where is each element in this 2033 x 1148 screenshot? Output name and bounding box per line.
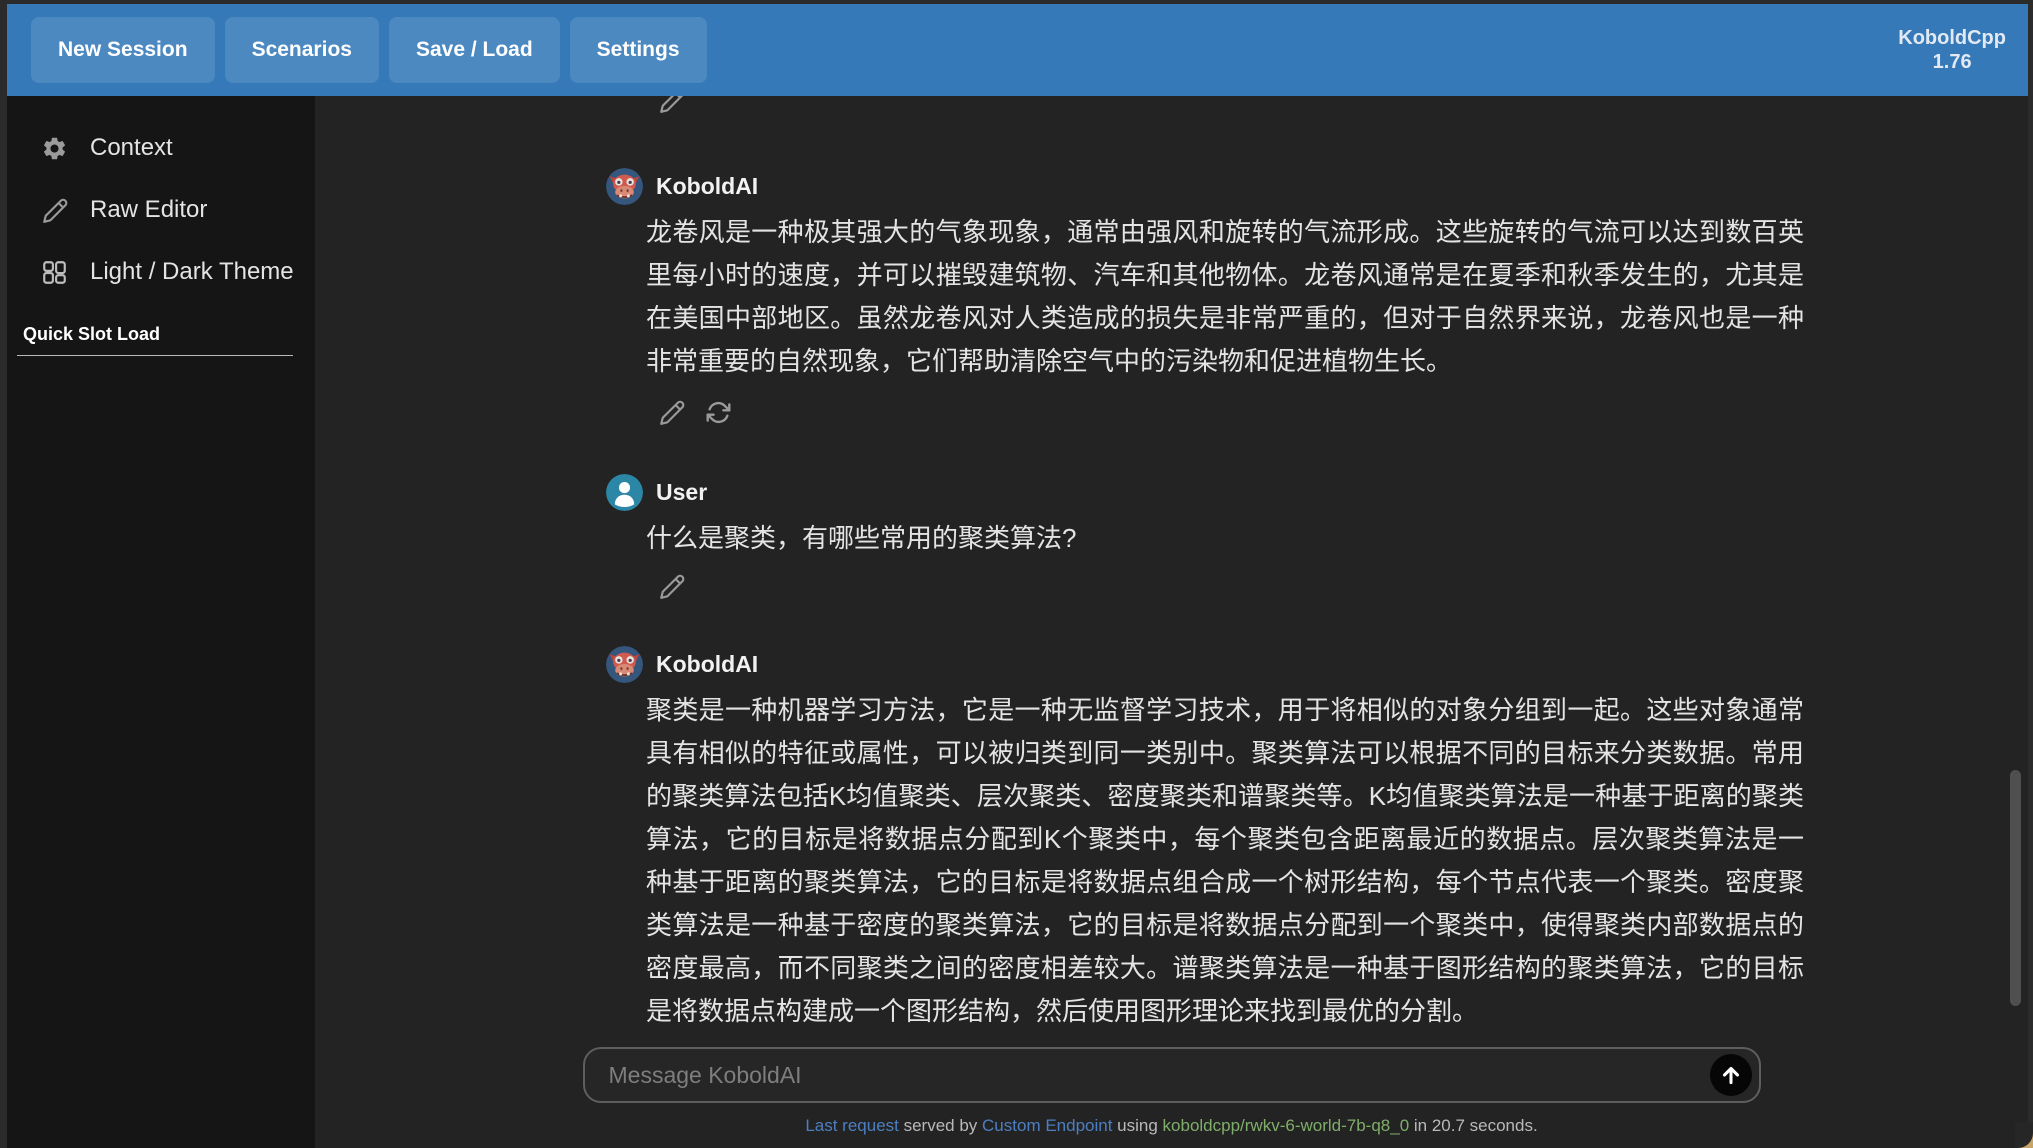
theme-grid-icon bbox=[41, 259, 68, 286]
send-button[interactable] bbox=[1710, 1054, 1752, 1096]
scenarios-button[interactable]: Scenarios bbox=[225, 17, 379, 83]
status-text: served by bbox=[899, 1116, 982, 1135]
sidebar-item-context[interactable]: Context bbox=[41, 126, 315, 170]
chat-message-user: User 什么是聚类，有哪些常用的聚类算法? bbox=[606, 472, 1806, 600]
message-text: 什么是聚类，有哪些常用的聚类算法? bbox=[646, 517, 1804, 560]
edit-message-icon[interactable] bbox=[658, 96, 685, 114]
new-session-button[interactable]: New Session bbox=[31, 17, 215, 83]
app-window: New Session Scenarios Save / Load Settin… bbox=[7, 4, 2028, 1148]
chat-main-area: KoboldAI 龙卷风是一种极其强大的气象现象，通常由强风和旋转的气流形成。这… bbox=[315, 96, 2028, 1148]
composer-area: Last request served by Custom Endpoint u… bbox=[315, 1047, 2028, 1148]
save-load-button[interactable]: Save / Load bbox=[389, 17, 560, 83]
message-header: KoboldAI bbox=[606, 644, 1806, 684]
message-author: User bbox=[656, 479, 707, 506]
message-text: 聚类是一种机器学习方法，它是一种无监督学习技术，用于将相似的对象分组到一起。这些… bbox=[646, 689, 1804, 1033]
status-text: using bbox=[1112, 1116, 1162, 1135]
app-name: KoboldCpp bbox=[1898, 26, 2006, 50]
settings-button[interactable]: Settings bbox=[570, 17, 707, 83]
message-header: KoboldAI bbox=[606, 166, 1806, 206]
topbar-buttons: New Session Scenarios Save / Load Settin… bbox=[31, 17, 707, 83]
arrow-up-icon bbox=[1718, 1062, 1744, 1088]
edit-message-icon[interactable] bbox=[658, 573, 685, 600]
top-navigation-bar: New Session Scenarios Save / Load Settin… bbox=[7, 4, 2028, 96]
message-input[interactable] bbox=[585, 1049, 1689, 1101]
chat-scroll-area[interactable]: KoboldAI 龙卷风是一种极其强大的气象现象，通常由强风和旋转的气流形成。这… bbox=[315, 96, 2028, 1044]
sidebar-item-label: Light / Dark Theme bbox=[90, 258, 294, 286]
chat-message-koboldai: KoboldAI 龙卷风是一种极其强大的气象现象，通常由强风和旋转的气流形成。这… bbox=[606, 166, 1806, 426]
message-header: User bbox=[606, 472, 1806, 512]
message-actions bbox=[658, 573, 1806, 600]
koboldai-avatar bbox=[606, 168, 643, 205]
message-author: KoboldAI bbox=[656, 651, 758, 678]
vertical-scrollbar[interactable] bbox=[2010, 770, 2021, 1006]
quick-slot-load-heading: Quick Slot Load bbox=[23, 324, 315, 345]
app-version-label: KoboldCpp 1.76 bbox=[1898, 26, 2006, 74]
user-avatar bbox=[606, 474, 643, 511]
message-text: 龙卷风是一种极其强大的气象现象，通常由强风和旋转的气流形成。这些旋转的气流可以达… bbox=[646, 211, 1804, 383]
model-name: koboldcpp/rwkv-6-world-7b-q8_0 bbox=[1163, 1116, 1410, 1135]
sidebar-item-label: Context bbox=[90, 134, 173, 162]
sidebar: Context Raw Editor Light / Dark Theme Qu… bbox=[7, 96, 315, 1148]
gear-icon bbox=[41, 135, 68, 162]
status-text: in 20.7 seconds. bbox=[1409, 1116, 1538, 1135]
chat-column: KoboldAI 龙卷风是一种极其强大的气象现象，通常由强风和旋转的气流形成。这… bbox=[606, 96, 1806, 1033]
sidebar-item-label: Raw Editor bbox=[90, 196, 207, 224]
edit-message-icon[interactable] bbox=[658, 399, 685, 426]
custom-endpoint-link[interactable]: Custom Endpoint bbox=[982, 1116, 1112, 1135]
message-composer bbox=[583, 1047, 1761, 1103]
pencil-icon bbox=[41, 197, 68, 224]
previous-message-actions bbox=[658, 96, 1806, 122]
status-bar: Last request served by Custom Endpoint u… bbox=[315, 1116, 2028, 1136]
message-author: KoboldAI bbox=[656, 173, 758, 200]
sidebar-item-raw-editor[interactable]: Raw Editor bbox=[41, 188, 315, 232]
retry-message-icon[interactable] bbox=[705, 399, 732, 426]
quick-slot-divider bbox=[17, 355, 293, 356]
app-version-number: 1.76 bbox=[1898, 50, 2006, 74]
message-actions bbox=[658, 399, 1806, 426]
last-request-link[interactable]: Last request bbox=[805, 1116, 899, 1135]
chat-message-koboldai: KoboldAI 聚类是一种机器学习方法，它是一种无监督学习技术，用于将相似的对… bbox=[606, 644, 1806, 1033]
sidebar-item-theme-toggle[interactable]: Light / Dark Theme bbox=[41, 250, 315, 294]
koboldai-avatar bbox=[606, 646, 643, 683]
